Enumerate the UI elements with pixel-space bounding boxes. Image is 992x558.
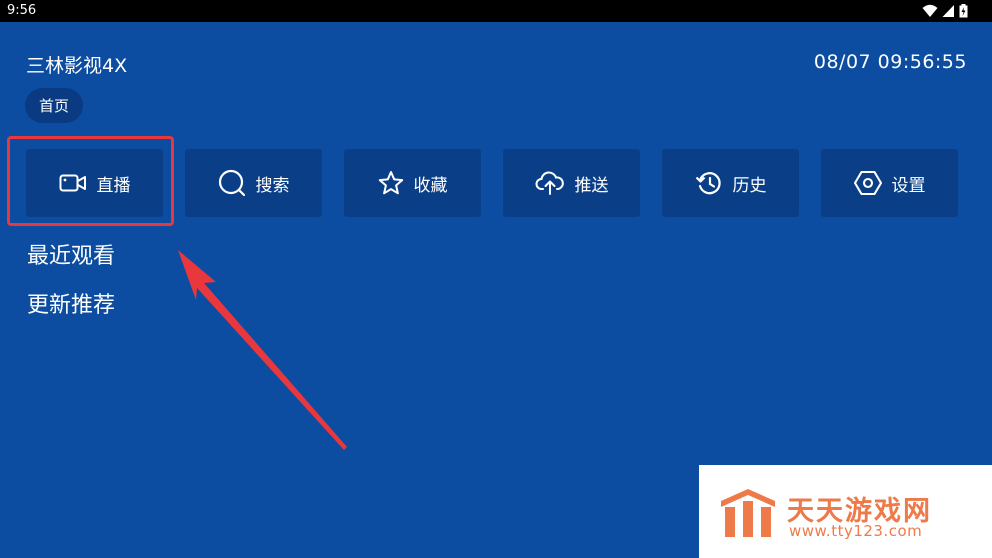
watermark-url: www.tty123.com (789, 522, 923, 540)
site-logo (721, 489, 775, 537)
watermark: 天天游戏网 www.tty123.com (699, 465, 992, 558)
